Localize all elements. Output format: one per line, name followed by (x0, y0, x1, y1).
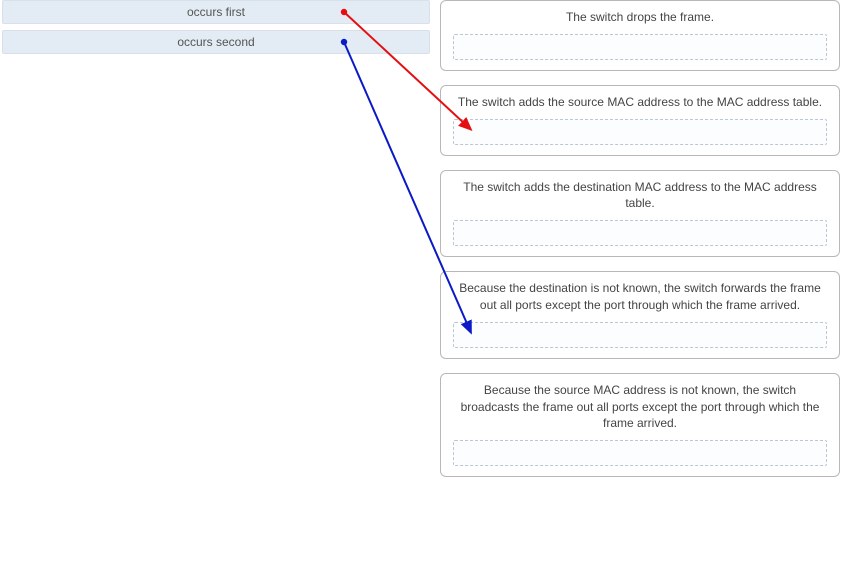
target-box: The switch adds the source MAC address t… (440, 85, 840, 156)
target-label: Because the source MAC address is not kn… (453, 382, 827, 432)
target-label: The switch drops the frame. (453, 9, 827, 26)
target-label: The switch adds the destination MAC addr… (453, 179, 827, 213)
source-item-label: occurs second (177, 35, 254, 49)
drop-zone[interactable] (453, 119, 827, 145)
target-label: The switch adds the source MAC address t… (453, 94, 827, 111)
target-boxes-column: The switch drops the frame. The switch a… (440, 0, 840, 491)
target-label: Because the destination is not known, th… (453, 280, 827, 314)
target-box: Because the destination is not known, th… (440, 271, 840, 359)
target-box: The switch drops the frame. (440, 0, 840, 71)
source-item-label: occurs first (187, 5, 245, 19)
target-box: Because the source MAC address is not kn… (440, 373, 840, 477)
source-items-column: occurs first occurs second (2, 0, 430, 60)
drop-zone[interactable] (453, 34, 827, 60)
drop-zone[interactable] (453, 440, 827, 466)
drop-zone[interactable] (453, 322, 827, 348)
drop-zone[interactable] (453, 220, 827, 246)
source-item[interactable]: occurs first (2, 0, 430, 24)
target-box: The switch adds the destination MAC addr… (440, 170, 840, 258)
source-item[interactable]: occurs second (2, 30, 430, 54)
